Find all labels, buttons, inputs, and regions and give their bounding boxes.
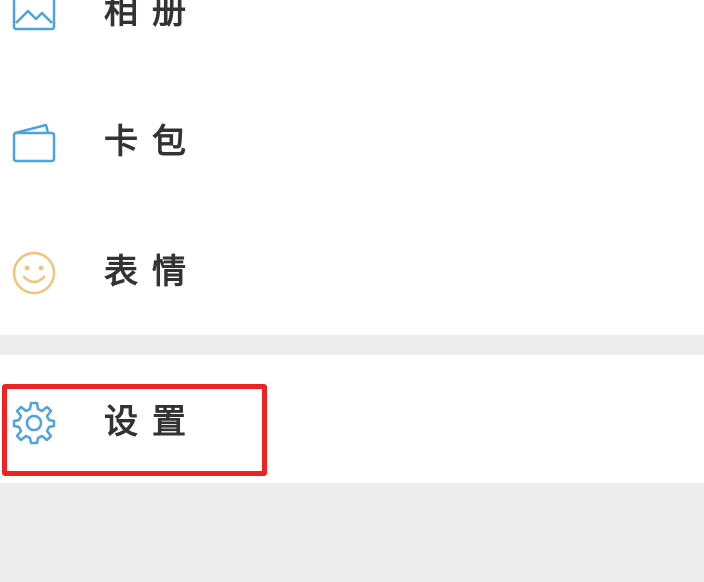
smiley-face-icon xyxy=(10,249,58,297)
menu-item-label: 设置 xyxy=(104,402,200,442)
menu-item-settings[interactable]: 设置 xyxy=(0,372,704,472)
menu-item-stickers[interactable]: 表情 xyxy=(0,222,704,322)
menu-group-main: 相册 卡包 表情 xyxy=(0,0,704,335)
menu-item-label: 相册 xyxy=(104,0,200,32)
menu-item-label: 卡包 xyxy=(104,122,200,162)
card-wallet-icon xyxy=(10,119,58,167)
menu-item-album[interactable]: 相册 xyxy=(0,0,704,62)
menu-item-label: 表情 xyxy=(104,252,200,292)
photo-album-icon xyxy=(10,0,58,37)
menu-item-cards[interactable]: 卡包 xyxy=(0,92,704,192)
gear-icon xyxy=(10,399,58,447)
